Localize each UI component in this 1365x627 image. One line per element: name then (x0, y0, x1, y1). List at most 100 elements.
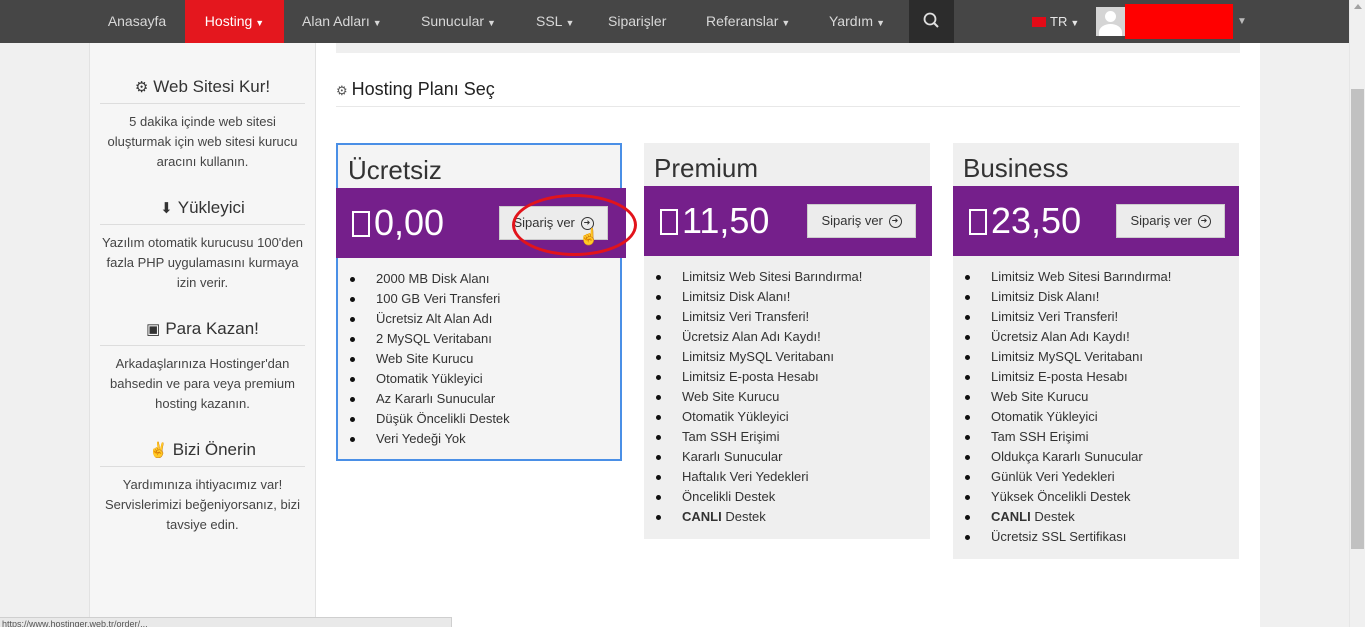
search-button[interactable] (909, 0, 954, 43)
list-item: 2 MySQL Veritabanı (338, 329, 620, 349)
list-item: Öncelikli Destek (644, 487, 930, 507)
list-item: Web Site Kurucu (953, 387, 1239, 407)
money-icon: ▣ (146, 321, 161, 338)
list-item: CANLI Destek (644, 507, 930, 527)
sidebar: ⚙ Web Sitesi Kur! 5 dakika içinde web sit… (89, 43, 316, 627)
nav-item-alan-adlari[interactable]: Alan Adları ▼ (302, 0, 382, 43)
nav-item-ssl[interactable]: SSL ▼ (536, 0, 574, 43)
list-item: Günlük Veri Yedekleri (953, 467, 1239, 487)
nav-item-hosting[interactable]: Hosting ▼ (185, 0, 284, 43)
sidebar-section-yukleyici: ⬇ Yükleyici Yazılım otomatik kurucusu 100… (100, 197, 305, 293)
cogs-icon: ⚙ (336, 83, 348, 98)
list-item: Tam SSH Erişimi (953, 427, 1239, 447)
list-item: Web Site Kurucu (338, 349, 620, 369)
currency-icon (969, 209, 987, 235)
language-selector[interactable]: TR ▼ (1032, 0, 1079, 43)
list-item: Limitsiz E-posta Hesabı (953, 367, 1239, 387)
nav-item-siparisler[interactable]: Siparişler (608, 0, 666, 43)
plan-card-business[interactable]: Business 23,50 Sipariş ver ➜ Limitsiz We… (953, 143, 1239, 559)
list-item: Limitsiz Web Sitesi Barındırma! (953, 267, 1239, 287)
list-item: Veri Yedeği Yok (338, 429, 620, 449)
list-item: Düşük Öncelikli Destek (338, 409, 620, 429)
currency-icon (660, 209, 678, 235)
list-item: Otomatik Yükleyici (338, 369, 620, 389)
nav-item-referanslar[interactable]: Referanslar ▼ (706, 0, 790, 43)
nav-item-anasayfa[interactable]: Anasayfa (93, 0, 181, 43)
nav-item-sunucular[interactable]: Sunucular ▼ (421, 0, 496, 43)
list-item: Web Site Kurucu (644, 387, 930, 407)
vertical-scrollbar[interactable] (1349, 0, 1365, 627)
sidebar-section-text: Arkadaşlarınıza Hostinger'dan bahsedin v… (110, 356, 295, 411)
list-item: Ücretsiz SSL Sertifikası (953, 527, 1239, 547)
scroll-up-icon[interactable] (1354, 4, 1362, 9)
chevron-down-icon: ▼ (781, 18, 791, 28)
feature-list: Limitsiz Web Sitesi Barındırma! Limitsiz … (953, 267, 1239, 547)
list-item: Limitsiz Veri Transferi! (644, 307, 930, 327)
list-item: Limitsiz Disk Alanı! (953, 287, 1239, 307)
hand-cursor-icon: ☝ (579, 229, 599, 246)
section-heading: ⚙ Hosting Planı Seç (336, 79, 1240, 107)
list-item: Oldukça Kararlı Sunucular (953, 447, 1239, 467)
list-item: Az Kararlı Sunucular (338, 389, 620, 409)
sidebar-section-title: Para Kazan! (165, 319, 259, 338)
plan-name: Premium (654, 153, 759, 183)
plan-price: 11,50 (660, 200, 769, 242)
chevron-down-icon: ▼ (876, 18, 886, 28)
top-navigation: Anasayfa Hosting ▼ Alan Adları ▼ Sunucular… (0, 0, 1349, 43)
sidebar-section-text: 5 dakika içinde web sitesi oluşturmak iç… (107, 114, 298, 169)
list-item: Yüksek Öncelikli Destek (953, 487, 1239, 507)
chevron-down-icon[interactable]: ▼ (1237, 0, 1247, 43)
plan-name: Business (963, 153, 1069, 183)
list-item: 2000 MB Disk Alanı (338, 269, 620, 289)
plan-price-bar: 11,50 Sipariş ver ➜ (644, 186, 932, 256)
cogs-icon: ⚙ (134, 79, 149, 96)
plan-price: 0,00 (352, 202, 444, 244)
list-item: Tam SSH Erişimi (644, 427, 930, 447)
list-item: Limitsiz MySQL Veritabanı (953, 347, 1239, 367)
list-item: Otomatik Yükleyici (644, 407, 930, 427)
chevron-down-icon: ▼ (255, 18, 265, 28)
plan-card-premium[interactable]: Premium 11,50 Sipariş ver ➜ Limitsiz Web… (644, 143, 932, 539)
arrow-right-circle-icon: ➜ (888, 215, 902, 229)
currency-icon (352, 211, 370, 237)
scroll-thumb[interactable] (1351, 89, 1364, 549)
sidebar-section-bizi-onerin: ✌ Bizi Önerin Yardımınıza ihtiyacımız var… (100, 439, 305, 535)
annotation-oval (512, 194, 637, 256)
chevron-down-icon: ▼ (565, 18, 575, 28)
order-button[interactable]: Sipariş ver ➜ (1116, 204, 1225, 238)
sidebar-section-title: Yükleyici (177, 198, 245, 217)
sidebar-section-title: Bizi Önerin (172, 440, 256, 459)
download-icon: ⬇ (160, 200, 173, 217)
list-item: Ücretsiz Alan Adı Kaydı! (644, 327, 930, 347)
main-content: ⚙ Hosting Planı Seç Ücretsiz 0,00 Sipariş… (316, 43, 1260, 627)
list-item: Limitsiz Disk Alanı! (644, 287, 930, 307)
user-avatar-icon[interactable] (1096, 7, 1125, 36)
list-item: CANLI Destek (953, 507, 1239, 527)
turkey-flag-icon (1032, 16, 1046, 27)
list-item: Kararlı Sunucular (644, 447, 930, 467)
browser-status-bar: https://www.hostinger.web.tr/order/... (0, 617, 452, 627)
chevron-down-icon: ▼ (1070, 18, 1080, 28)
list-item: Ücretsiz Alt Alan Adı (338, 309, 620, 329)
nav-item-yardim[interactable]: Yardım ▼ (829, 0, 885, 43)
list-item: Otomatik Yükleyici (953, 407, 1239, 427)
search-icon (923, 12, 939, 28)
page-title: Hosting Planı Seç (351, 79, 495, 99)
sidebar-section-title: Web Sitesi Kur! (153, 77, 271, 96)
order-button[interactable]: Sipariş ver ➜ (807, 204, 916, 238)
username-redacted[interactable] (1125, 4, 1233, 39)
sidebar-section-para-kazan: ▣ Para Kazan! Arkadaşlarınıza Hostinger'd… (100, 318, 305, 414)
chevron-down-icon: ▼ (487, 18, 496, 28)
plan-price-bar: 23,50 Sipariş ver ➜ (953, 186, 1239, 256)
plan-card-ucretsiz[interactable]: Ücretsiz 0,00 Sipariş ver ➜ 2000 MB Disk… (336, 143, 637, 461)
sidebar-section-text: Yazılım otomatik kurucusu 100'den fazla … (102, 235, 303, 290)
top-strip (336, 43, 1240, 53)
plan-name: Ücretsiz (348, 155, 442, 185)
sidebar-section-text: Yardımınıza ihtiyacımız var! Servislerim… (104, 477, 301, 532)
list-item: Haftalık Veri Yedekleri (644, 467, 930, 487)
feature-list: Limitsiz Web Sitesi Barındırma! Limitsiz … (644, 267, 930, 527)
list-item: 100 GB Veri Transferi (338, 289, 620, 309)
feature-list: 2000 MB Disk Alanı 100 GB Veri Transferi Ü… (338, 269, 620, 449)
list-item: Ücretsiz Alan Adı Kaydı! (953, 327, 1239, 347)
chevron-down-icon: ▼ (372, 18, 382, 28)
